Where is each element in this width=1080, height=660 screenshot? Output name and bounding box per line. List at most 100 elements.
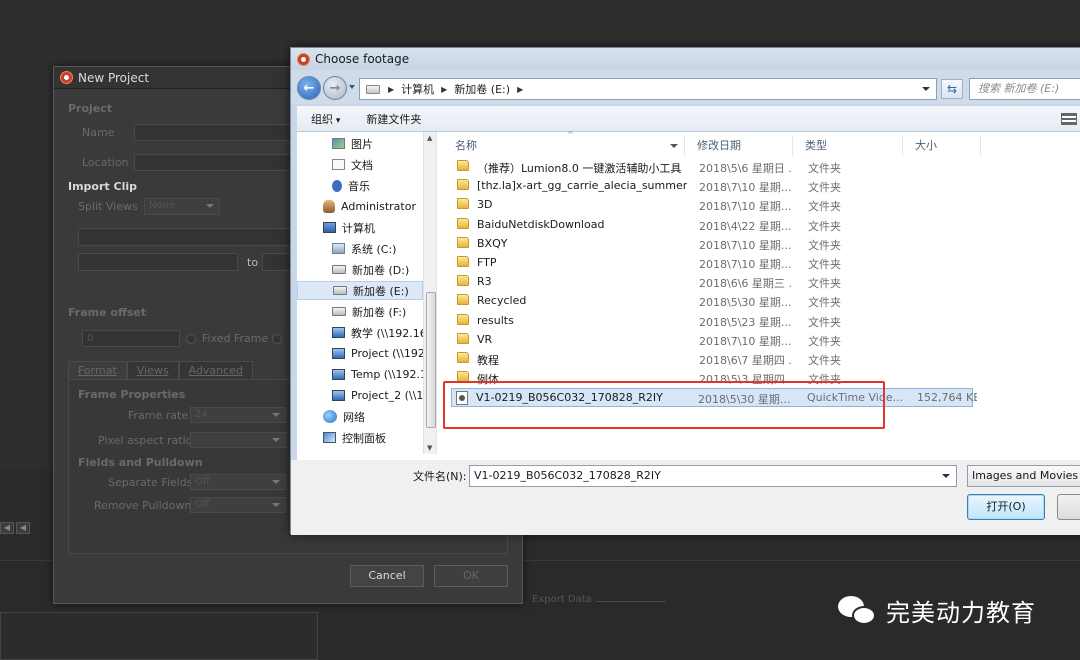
- ok-button[interactable]: OK: [434, 565, 508, 587]
- filename-dropdown-icon[interactable]: [942, 474, 950, 478]
- pixel-aspect-select[interactable]: [190, 432, 286, 448]
- column-header-date[interactable]: 修改日期: [685, 136, 793, 156]
- folder-row[interactable]: VR 2018\7\10 星期... 文件夹: [453, 331, 1080, 350]
- breadcrumb-drive-e[interactable]: 新加卷 (E:): [454, 81, 510, 97]
- column-header-name[interactable]: 名称: [443, 136, 685, 156]
- cancel-button[interactable]: [1057, 494, 1080, 520]
- file-list-header: 名称 修改日期 类型 大小: [443, 136, 1080, 156]
- organize-menu[interactable]: 组织: [311, 111, 340, 127]
- column-header-type[interactable]: 类型: [793, 136, 903, 156]
- navigation-scrollbar[interactable]: ▲ ▼: [423, 132, 436, 454]
- name-field[interactable]: [134, 124, 294, 141]
- refresh-icon[interactable]: ⇆: [941, 79, 963, 99]
- file-date: 2018\7\10 星期...: [699, 200, 792, 214]
- tree-item-control-panel[interactable]: 控制面板: [323, 428, 386, 447]
- network-icon: [323, 410, 337, 423]
- filename-label: 文件名(N):: [413, 470, 467, 483]
- filename-input[interactable]: V1-0219_B056C032_170828_R2IY: [469, 465, 957, 487]
- frame-offset-section-label: Frame offset: [68, 306, 147, 319]
- remove-pulldown-select[interactable]: Off: [190, 497, 286, 513]
- tree-item-network-project2[interactable]: Project_2 (\\1: [332, 386, 423, 405]
- view-options-icon[interactable]: [1061, 113, 1077, 125]
- tree-item-network-teaching[interactable]: 教学 (\\192.16: [332, 323, 427, 342]
- fixed-frame-radio[interactable]: [186, 334, 196, 344]
- tree-item-pictures[interactable]: 图片: [332, 134, 373, 153]
- folder-row[interactable]: FTP 2018\7\10 星期... 文件夹: [453, 254, 1080, 273]
- split-views-select[interactable]: None: [144, 198, 220, 215]
- name-label: Name: [82, 126, 115, 139]
- tab-advanced[interactable]: Advanced: [178, 361, 253, 379]
- back-arrow-icon[interactable]: ←: [297, 76, 321, 100]
- tree-item-computer[interactable]: 计算机: [323, 218, 375, 237]
- folder-row[interactable]: R3 2018\6\6 星期三 ... 文件夹: [453, 273, 1080, 292]
- file-type: 文件夹: [808, 200, 841, 214]
- tree-item-documents[interactable]: 文档: [332, 155, 373, 174]
- forward-arrow-icon[interactable]: →: [323, 76, 347, 100]
- scroll-up-icon[interactable]: ▲: [427, 134, 432, 142]
- open-button[interactable]: 打开(O): [967, 494, 1045, 520]
- breadcrumb-computer[interactable]: 计算机: [401, 81, 434, 97]
- address-dropdown-icon[interactable]: [922, 87, 930, 91]
- fields-pulldown-label: Fields and Pulldown: [78, 456, 203, 469]
- breadcrumb-separator-icon[interactable]: ▶: [388, 85, 394, 94]
- tree-item-label: 文档: [351, 158, 373, 172]
- tab-views[interactable]: Views: [126, 361, 179, 379]
- choose-footage-dialog: Choose footage ← → ▶ 计算机 ▶ 新加卷 (E:) ▶ ⇆ …: [290, 47, 1080, 535]
- scroll-down-icon[interactable]: ▼: [427, 444, 432, 452]
- annotation-highlight-box: [443, 381, 885, 429]
- tree-item-drive-e[interactable]: 新加卷 (E:): [297, 281, 423, 300]
- user-folder-icon: [323, 200, 335, 213]
- cancel-button[interactable]: Cancel: [350, 565, 424, 587]
- step-back-icon[interactable]: ◀: [0, 522, 14, 534]
- pixel-aspect-label: Pixel aspect ratio: [98, 434, 193, 447]
- file-date: 2018\7\10 星期...: [699, 181, 792, 195]
- tree-item-drive-d[interactable]: 新加卷 (D:): [332, 260, 409, 279]
- frame-rate-select[interactable]: 24: [190, 407, 286, 423]
- folder-row[interactable]: results 2018\5\23 星期... 文件夹: [453, 312, 1080, 331]
- scrollbar-thumb[interactable]: [426, 292, 436, 428]
- frame-offset-field[interactable]: 0: [82, 330, 180, 347]
- folder-icon: [457, 332, 469, 344]
- play-icon[interactable]: ◀: [16, 522, 30, 534]
- tree-item-label: Project (\\192: [351, 347, 425, 360]
- app-logo-icon: [297, 52, 310, 66]
- folder-row[interactable]: BaiduNetdiskDownload 2018\4\22 星期... 文件夹: [453, 216, 1080, 235]
- recent-pages-dropdown-icon[interactable]: [349, 85, 355, 89]
- clip-start-field[interactable]: [78, 253, 238, 271]
- tree-item-network-project[interactable]: Project (\\192: [332, 344, 425, 363]
- network-drive-icon: [332, 369, 345, 380]
- tree-item-label: Project_2 (\\1: [351, 389, 424, 402]
- offset-radio[interactable]: [272, 334, 282, 344]
- folder-row[interactable]: Recycled 2018\5\30 星期... 文件夹: [453, 292, 1080, 311]
- file-name: Recycled: [477, 294, 527, 308]
- file-date: 2018\5\6 星期日 ...: [699, 162, 793, 175]
- choose-footage-titlebar[interactable]: Choose footage: [291, 48, 1080, 70]
- separate-fields-select[interactable]: Off: [190, 474, 286, 490]
- drive-icon: [332, 265, 346, 274]
- tree-item-drive-c[interactable]: 系统 (C:): [332, 239, 396, 258]
- tree-item-network[interactable]: 网络: [323, 407, 365, 426]
- folder-row[interactable]: [thz.la]x-art_gg_carrie_alecia_summer...…: [453, 177, 1080, 196]
- folder-row[interactable]: 教程 2018\6\7 星期四 ... 文件夹: [453, 350, 1080, 369]
- tree-item-music[interactable]: 音乐: [332, 176, 370, 195]
- folder-row[interactable]: BXQY 2018\7\10 星期... 文件夹: [453, 235, 1080, 254]
- tab-format[interactable]: Format: [68, 361, 127, 379]
- tree-item-drive-f[interactable]: 新加卷 (F:): [332, 302, 406, 321]
- file-type-select[interactable]: Images and Movies (: [967, 465, 1080, 487]
- tree-item-administrator[interactable]: Administrator: [323, 197, 416, 216]
- new-folder-button[interactable]: 新建文件夹: [366, 111, 421, 127]
- search-input[interactable]: 搜索 新加卷 (E:): [969, 78, 1080, 100]
- location-field[interactable]: [134, 154, 294, 171]
- tree-item-network-temp[interactable]: Temp (\\192.1: [332, 365, 427, 384]
- folder-icon: [457, 352, 469, 363]
- folder-row[interactable]: （推荐）Lumion8.0 一键激活辅助小工具 2018\5\6 星期日 ... 文…: [453, 158, 1080, 177]
- folder-row[interactable]: 3D 2018\7\10 星期... 文件夹: [453, 196, 1080, 215]
- breadcrumb-separator-icon[interactable]: ▶: [441, 85, 447, 94]
- breadcrumb-separator-icon[interactable]: ▶: [517, 85, 523, 94]
- frame-properties-label: Frame Properties: [78, 388, 186, 401]
- choose-footage-title: Choose footage: [315, 52, 410, 66]
- folder-icon: [457, 275, 469, 287]
- column-header-size[interactable]: 大小: [903, 136, 981, 156]
- clip-path-field[interactable]: [78, 228, 294, 246]
- address-bar[interactable]: ▶ 计算机 ▶ 新加卷 (E:) ▶: [359, 78, 937, 100]
